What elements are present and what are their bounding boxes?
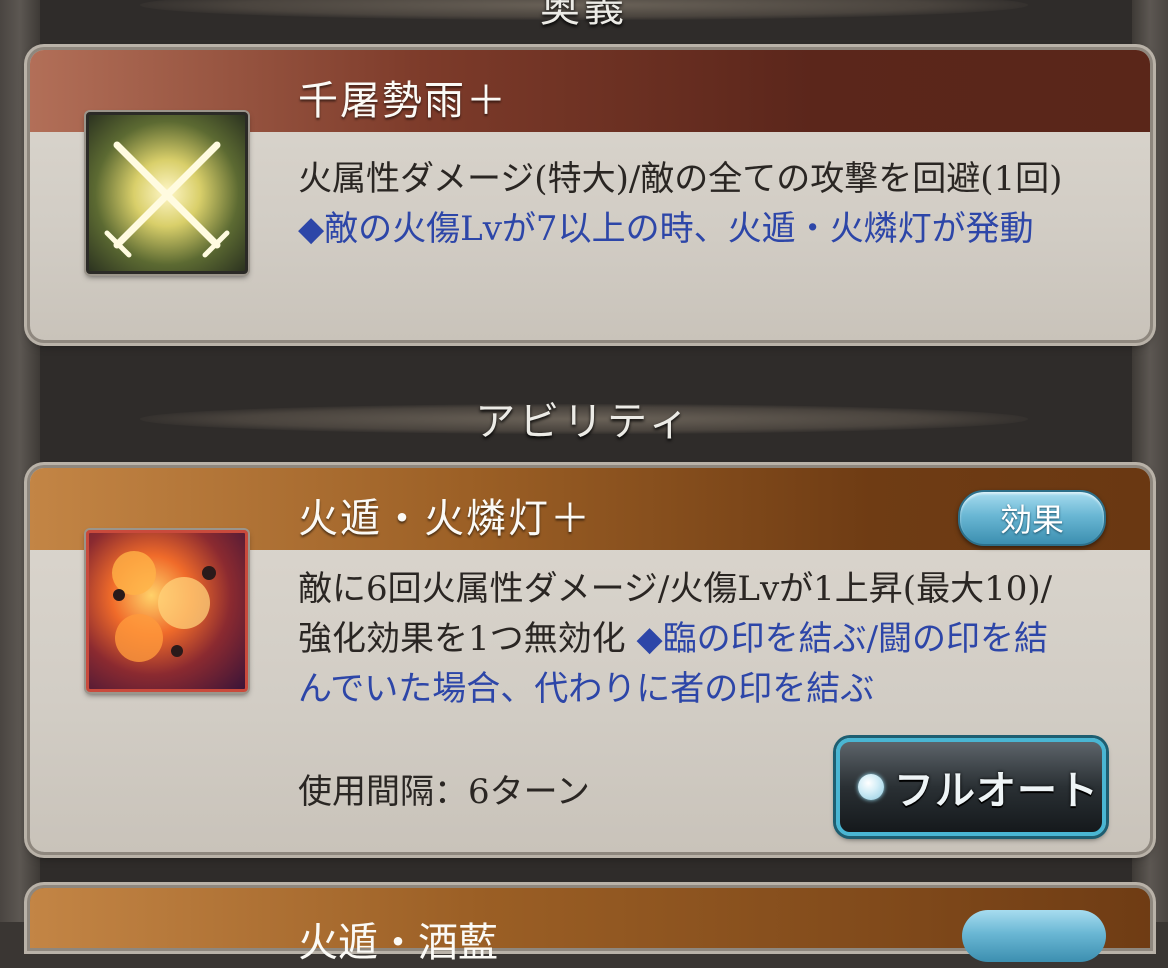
crossed-swords-graphic bbox=[104, 141, 230, 258]
full-auto-button[interactable]: フルオート bbox=[836, 738, 1106, 836]
fire-burst-icon[interactable] bbox=[86, 530, 248, 692]
full-auto-label: フルオート bbox=[894, 768, 1099, 814]
ability-cooldown: 使用間隔：6ターン bbox=[298, 772, 590, 812]
ability-description: 敵に6回火属性ダメージ/火傷Lvが1上昇(最大10)/強化効果を1つ無効化 ◆臨… bbox=[298, 564, 1070, 714]
crossed-swords-icon[interactable] bbox=[86, 112, 248, 274]
section-header-ougi: 奥義 bbox=[60, 0, 1108, 32]
section-title-ability: アビリティ bbox=[475, 399, 693, 445]
ougi-title: 千屠勢雨＋ bbox=[298, 78, 508, 124]
ougi-card[interactable]: 千屠勢雨＋ 火属性ダメージ(特大)/敵の全ての攻撃を回避(1回) ◆敵の火傷Lv… bbox=[30, 50, 1150, 340]
ougi-description: 火属性ダメージ(特大)/敵の全ての攻撃を回避(1回) ◆敵の火傷Lvが7以上の時… bbox=[298, 154, 1070, 254]
ougi-desc-main: 火属性ダメージ(特大)/敵の全ての攻撃を回避(1回) bbox=[298, 159, 1063, 199]
ougi-desc-note: ◆敵の火傷Lvが7以上の時、火遁・火燐灯が発動 bbox=[298, 209, 1034, 249]
next-ability-card[interactable]: 火遁・酒藍 bbox=[30, 888, 1150, 966]
ability-card[interactable]: 火遁・火燐灯＋ 効果 敵に6回火属性ダメージ/火傷Lvが1上昇(最大10)/強化… bbox=[30, 468, 1150, 852]
ability-title: 火遁・火燐灯＋ bbox=[298, 496, 592, 542]
section-title-ougi: 奥義 bbox=[540, 0, 628, 31]
toggle-dot-icon bbox=[858, 774, 884, 800]
fire-burst-graphic bbox=[112, 551, 216, 662]
section-header-ability: アビリティ bbox=[60, 390, 1108, 446]
next-ability-title: 火遁・酒藍 bbox=[298, 920, 498, 966]
next-effect-button[interactable] bbox=[962, 910, 1106, 962]
effect-button[interactable]: 効果 bbox=[958, 490, 1106, 546]
